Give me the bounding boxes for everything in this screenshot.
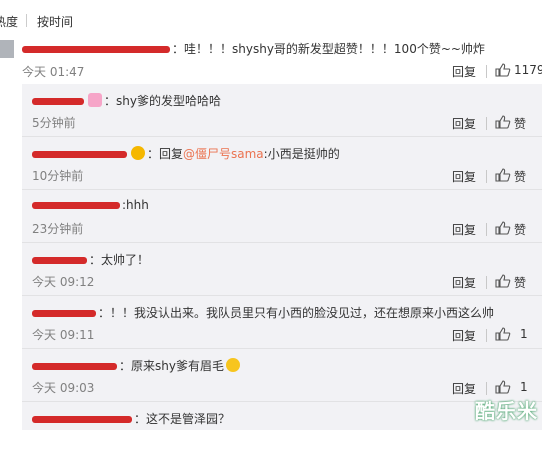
heart-emoji-icon <box>88 93 102 107</box>
like-count: 1179 <box>514 63 542 77</box>
reply-text: ：太帅了！ <box>89 253 150 267</box>
replies-panel: ：shy爹的发型哈哈哈 5分钟前 回复 赞 ：回复@僵尸号sama:小西是挺帅的… <box>22 84 542 430</box>
avatar[interactable] <box>0 40 14 58</box>
reply-button[interactable]: 回复 <box>452 274 476 291</box>
reply-actions: 回复 赞 <box>22 168 542 184</box>
like-button-label[interactable]: 赞 <box>514 168 526 185</box>
thumbs-up-icon[interactable] <box>495 168 511 182</box>
like-button-label[interactable]: 赞 <box>514 221 526 238</box>
reply-line: ：这不是管泽园？ <box>32 410 230 427</box>
redacted-username <box>32 416 132 423</box>
thumbs-up-icon[interactable] <box>495 221 511 235</box>
reply-actions: 回复 1 <box>22 380 542 396</box>
reply-actions: 回复 赞 <box>22 115 542 131</box>
reply-text: ：原来shy爹有眉毛 <box>119 359 224 373</box>
main-comment: ：哇！！！shyshy哥的新发型超赞！！！100个赞~~帅炸 <box>22 40 485 57</box>
tab-by-time[interactable]: 按时间 <box>37 13 73 30</box>
watermark-logo: 酷乐米 <box>475 399 538 423</box>
action-divider <box>486 170 487 183</box>
mention-link[interactable]: @僵尸号sama <box>183 147 264 161</box>
action-divider <box>486 329 487 342</box>
reply-actions: 回复 赞 <box>22 221 542 237</box>
reply-button[interactable]: 回复 <box>452 327 476 344</box>
reply-text-suffix: :小西是挺帅的 <box>263 147 340 161</box>
redacted-username <box>32 257 87 264</box>
reply-line: ：原来shy爹有眉毛 <box>32 357 242 374</box>
thumbs-up-icon[interactable] <box>495 115 511 129</box>
like-button-label[interactable]: 赞 <box>514 115 526 132</box>
list-item: ：这不是管泽园？ <box>22 402 542 455</box>
reply-button[interactable]: 回复 <box>452 168 476 185</box>
list-item: ：回复@僵尸号sama:小西是挺帅的 10分钟前 回复 赞 <box>22 137 542 190</box>
main-comment-text: ：哇！！！shyshy哥的新发型超赞！！！100个赞~~帅炸 <box>172 42 485 56</box>
list-item: :hhh 23分钟前 回复 赞 <box>22 190 542 243</box>
action-divider <box>486 276 487 289</box>
action-divider <box>486 382 487 395</box>
list-item: ：太帅了！ 今天 09:12 回复 赞 <box>22 243 542 296</box>
reply-text: ：！！我没认出来。我队员里只有小西的脸没见过，还在想原来小西这么帅 <box>98 306 495 320</box>
reply-text-prefix: ：回复 <box>147 147 184 161</box>
tab-hot[interactable]: 热度 <box>0 13 18 30</box>
like-count: 1 <box>520 380 528 394</box>
redacted-username <box>32 310 96 317</box>
thumbs-up-icon[interactable] <box>495 380 511 394</box>
reply-line: ：回复@僵尸号sama:小西是挺帅的 <box>32 145 340 162</box>
reply-line: ：shy爹的发型哈哈哈 <box>32 92 221 109</box>
reply-line: :hhh <box>32 198 149 212</box>
thumbs-up-icon[interactable] <box>495 274 511 288</box>
action-divider <box>486 65 487 78</box>
list-item: ：！！我没认出来。我队员里只有小西的脸没见过，还在想原来小西这么帅 今天 09:… <box>22 296 542 349</box>
action-divider <box>486 117 487 130</box>
reply-line: ：！！我没认出来。我队员里只有小西的脸没见过，还在想原来小西这么帅 <box>32 304 494 321</box>
reply-text: ：这不是管泽园？ <box>134 412 231 426</box>
reply-button[interactable]: 回复 <box>452 115 476 132</box>
reply-text: ：shy爹的发型哈哈哈 <box>104 94 221 108</box>
thumbs-up-icon[interactable] <box>495 63 511 77</box>
like-count: 1 <box>520 327 528 341</box>
reply-button[interactable]: 回复 <box>452 63 476 80</box>
sort-tabs: 热度 按时间 <box>0 0 542 38</box>
laughing-emoji-icon <box>225 358 240 372</box>
reply-button[interactable]: 回复 <box>452 221 476 238</box>
redacted-username <box>32 151 127 158</box>
like-button-label[interactable]: 赞 <box>514 274 526 291</box>
main-comment-actions: 回复 1179 <box>0 63 542 79</box>
list-item: ：原来shy爹有眉毛 今天 09:03 回复 1 <box>22 349 542 402</box>
thumbs-up-icon[interactable] <box>495 327 511 341</box>
redacted-username <box>22 46 170 53</box>
reply-button[interactable]: 回复 <box>452 380 476 397</box>
reply-line: ：太帅了！ <box>32 251 149 268</box>
reply-text: :hhh <box>122 198 149 212</box>
redacted-username <box>32 98 84 105</box>
star-emoji-icon <box>131 146 145 160</box>
tab-divider <box>26 14 27 27</box>
list-item: ：shy爹的发型哈哈哈 5分钟前 回复 赞 <box>22 84 542 137</box>
reply-actions: 回复 赞 <box>22 274 542 290</box>
action-divider <box>486 223 487 236</box>
redacted-username <box>32 363 117 370</box>
redacted-username <box>32 202 120 209</box>
reply-actions: 回复 1 <box>22 327 542 343</box>
